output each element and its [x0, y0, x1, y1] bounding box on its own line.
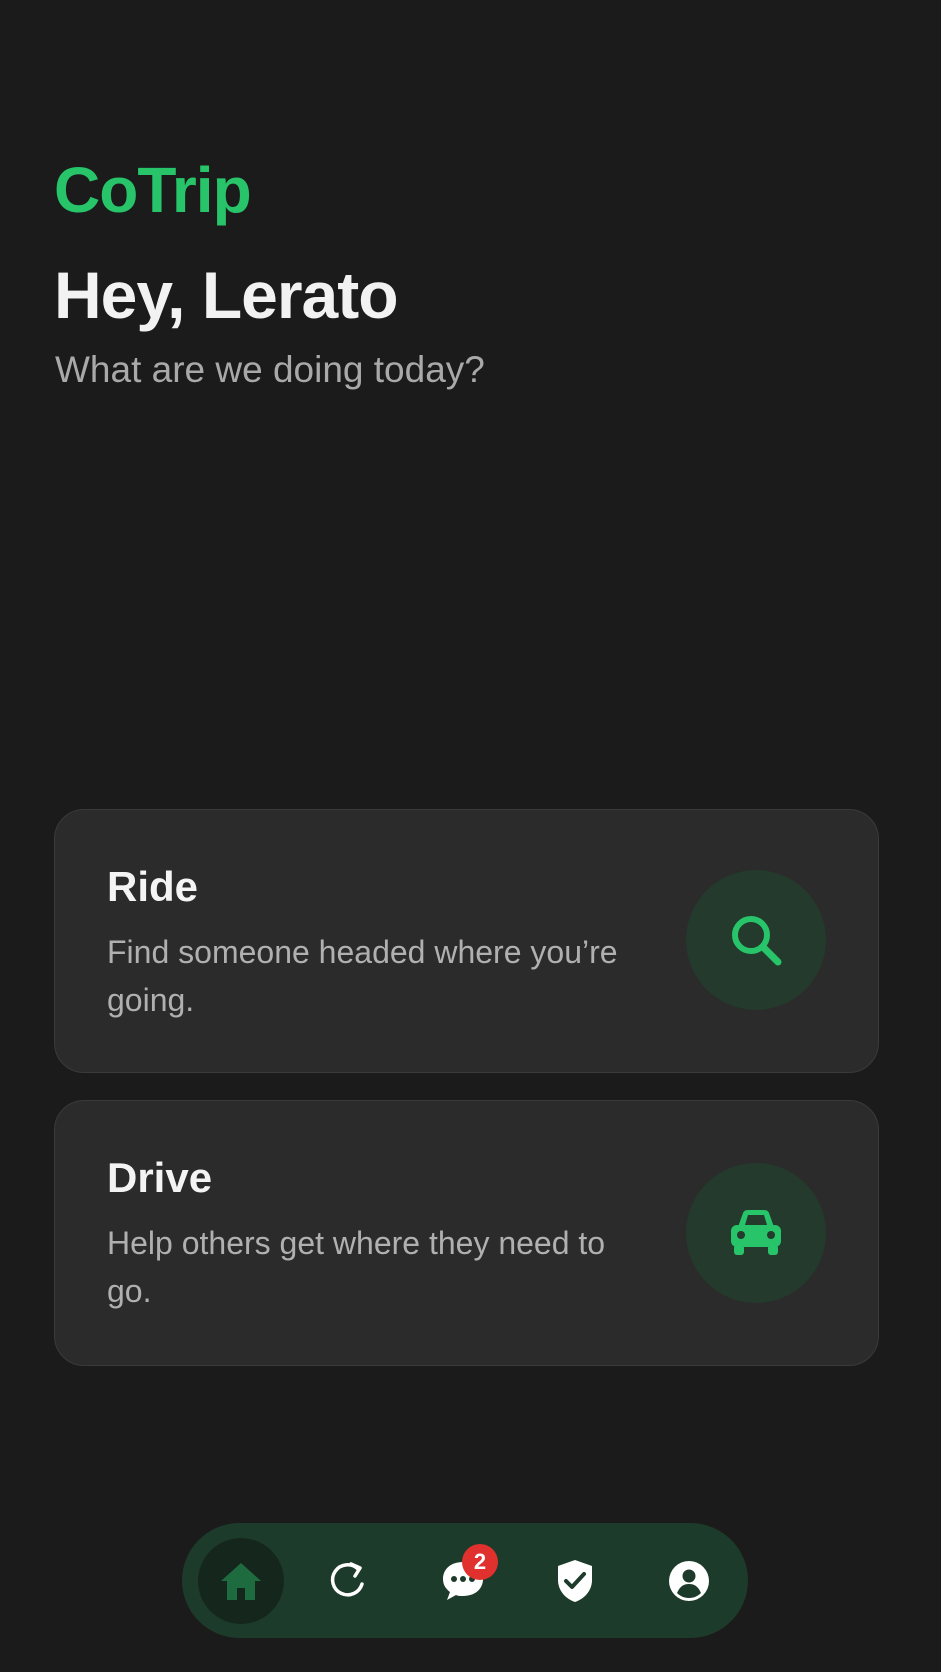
- user-icon: [669, 1561, 709, 1601]
- nav-item-profile[interactable]: [646, 1538, 732, 1624]
- drive-card-title: Drive: [107, 1154, 213, 1201]
- nav-item-home[interactable]: [198, 1538, 284, 1624]
- refresh-icon: [330, 1562, 364, 1597]
- ride-icon-circle: [686, 870, 826, 1010]
- drive-card[interactable]: Drive Help others get where they need to…: [54, 1100, 879, 1366]
- ride-card-title: Ride: [107, 863, 199, 910]
- ride-card-description: Find someone headed where you’re going.: [107, 934, 618, 1018]
- greeting-heading: Hey, Lerato: [54, 258, 399, 332]
- nav-item-history[interactable]: [305, 1538, 391, 1624]
- brand-logo: CoTrip: [54, 154, 252, 226]
- bottom-nav-bar: 2: [182, 1523, 748, 1638]
- car-icon: [731, 1210, 781, 1255]
- shield-check-icon: [558, 1560, 592, 1602]
- drive-icon-circle: [686, 1163, 826, 1303]
- drive-card-description: Help others get where they need to go.: [107, 1225, 606, 1309]
- search-icon: [732, 916, 782, 966]
- nav-item-safety[interactable]: [532, 1538, 618, 1624]
- nav-item-messages[interactable]: 2: [420, 1538, 506, 1624]
- ride-card[interactable]: Ride Find someone headed where you’re go…: [54, 809, 879, 1073]
- home-icon: [221, 1563, 261, 1600]
- messages-badge: 2: [462, 1544, 498, 1580]
- greeting-subtitle: What are we doing today?: [55, 349, 485, 390]
